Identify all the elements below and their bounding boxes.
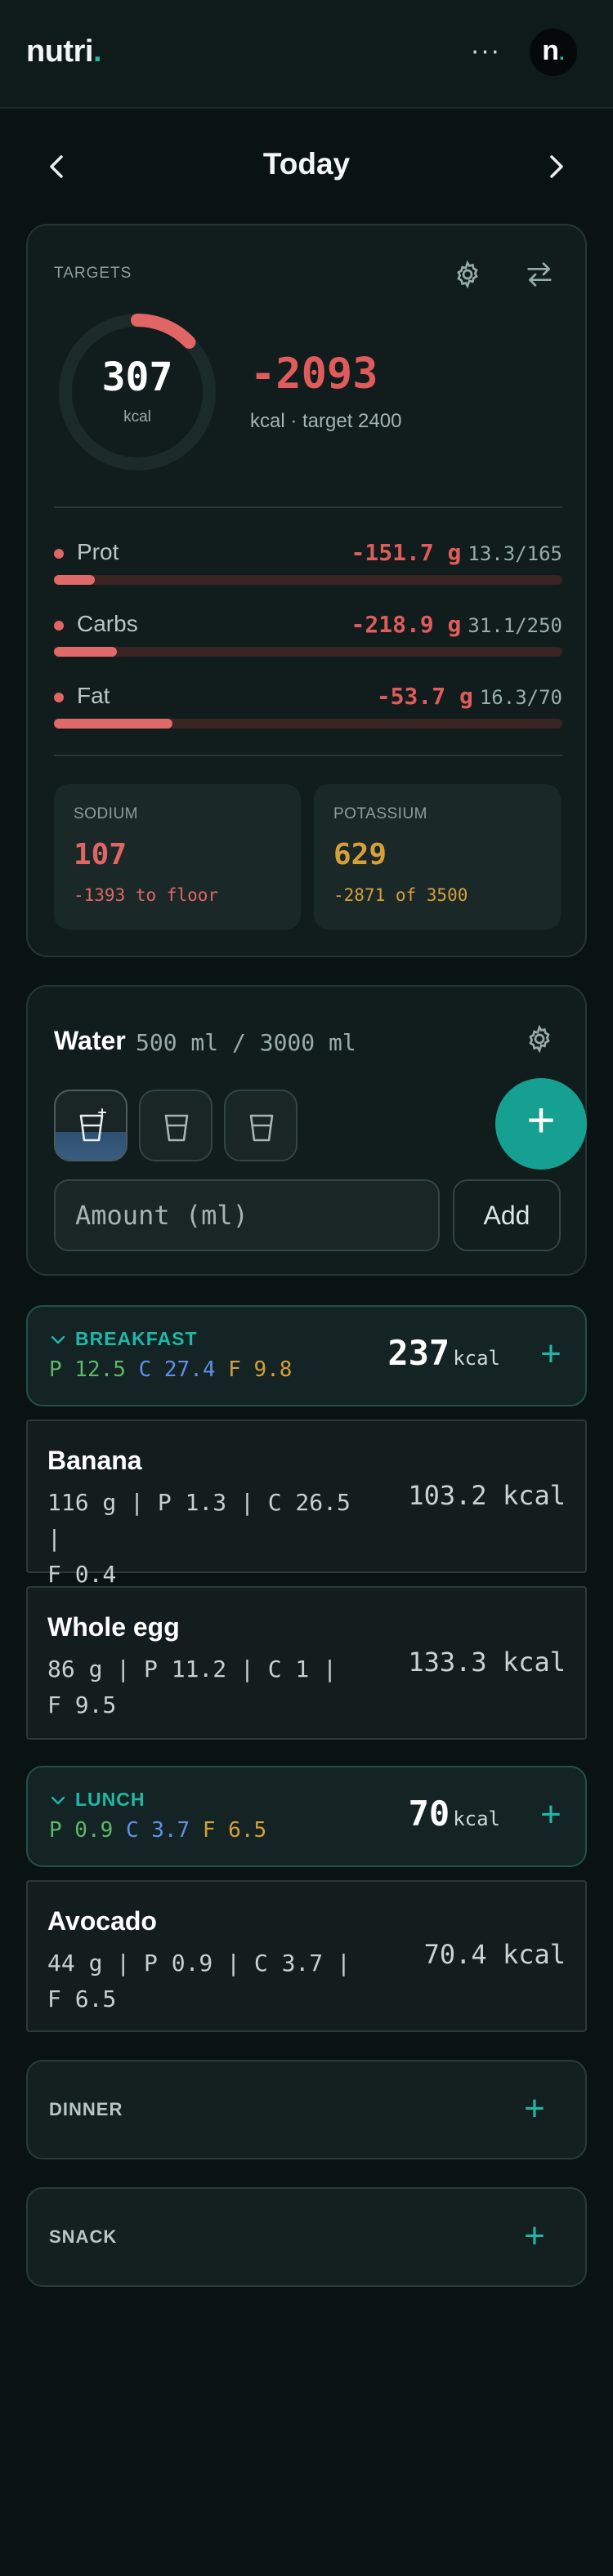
- meal-name: DINNER: [49, 2099, 123, 2119]
- chevron-down-icon: [51, 1796, 65, 1805]
- calories-unit: kcal: [123, 408, 151, 426]
- targets-card: TARGETS 307 kcal -2093 kcal · target 240…: [26, 224, 587, 957]
- food-details: 44 g | P 0.9 | C 3.7 | F 6.5: [47, 1950, 351, 2012]
- potassium-tile: POTASSIUM 629 -2871 of 3500: [314, 784, 561, 929]
- sodium-value: 107: [74, 838, 128, 871]
- more-options-icon[interactable]: ···: [468, 37, 503, 70]
- macro-name: Fat: [77, 683, 110, 708]
- meal-breakfast-header[interactable]: BREAKFAST P 12.5 C 27.4 F 9.8 237 kcal +: [26, 1305, 587, 1406]
- food-name: Avocado: [47, 1906, 157, 1936]
- macro-delta: -53.7 g: [376, 683, 473, 710]
- potassium-sub: -2871 of 3500: [333, 885, 468, 905]
- macro-name: Prot: [77, 539, 119, 564]
- macro-fat: Fat -53.7 g 16.3/70: [54, 683, 562, 732]
- macro-fill: [54, 575, 96, 585]
- add-food-button[interactable]: +: [535, 1797, 567, 1833]
- divider: [54, 506, 562, 508]
- bullet: [54, 549, 64, 559]
- app-header: nutri. ··· n.: [0, 0, 613, 109]
- water-glass[interactable]: [54, 1090, 128, 1161]
- sodium-label: SODIUM: [74, 805, 138, 822]
- date-title: Today: [262, 147, 351, 180]
- meal-name: SNACK: [49, 2226, 118, 2247]
- meal-macros: P 12.5 C 27.4 F 9.8: [49, 1357, 293, 1382]
- macro-ratio: 31.1/250: [468, 614, 562, 637]
- water-glass[interactable]: [224, 1090, 298, 1161]
- food-kcal: 103.2 kcal: [408, 1480, 566, 1511]
- gear-icon[interactable]: [451, 258, 484, 291]
- food-details: 86 g | P 11.2 | C 1 | F 9.5: [47, 1656, 338, 1718]
- macro-fill: [54, 719, 172, 729]
- macro-track: [54, 719, 562, 729]
- meal-snack-header[interactable]: SNACK +: [26, 2187, 587, 2287]
- meal-kcal: 237 kcal: [387, 1333, 500, 1373]
- water-amount-input[interactable]: [54, 1179, 440, 1251]
- food-kcal: 70.4 kcal: [423, 1939, 566, 1970]
- meal-lunch-header[interactable]: LUNCH P 0.9 C 3.7 F 6.5 70 kcal +: [26, 1766, 587, 1867]
- add-food-button[interactable]: +: [518, 2218, 551, 2254]
- macro-name: Carbs: [77, 611, 138, 636]
- avatar[interactable]: n.: [530, 29, 577, 76]
- macro-ratio: 13.3/165: [468, 542, 562, 565]
- bullet: [54, 621, 64, 631]
- glass-icon: [249, 1114, 274, 1142]
- divider: [54, 755, 562, 756]
- food-name: Banana: [47, 1446, 142, 1475]
- macro-fill: [54, 647, 118, 657]
- meal-macros: P 0.9 C 3.7 F 6.5: [49, 1818, 267, 1843]
- calories-target: kcal · target 2400: [250, 410, 402, 432]
- add-food-button[interactable]: +: [535, 1336, 567, 1372]
- food-item[interactable]: Banana 116 g | P 1.3 | C 26.5 | F 0.4 103…: [26, 1419, 587, 1588]
- add-button[interactable]: Add: [453, 1179, 561, 1251]
- macro-ratio: 16.3/70: [479, 686, 562, 709]
- swap-icon[interactable]: [523, 258, 556, 291]
- app-logo[interactable]: nutri.: [26, 34, 102, 69]
- meal-name: BREAKFAST: [75, 1328, 198, 1349]
- macro-protein: Prot -151.7 g 13.3/165: [54, 539, 562, 588]
- add-water-button[interactable]: +: [495, 1078, 587, 1170]
- water-card: Water 500 ml / 3000 ml + Add: [26, 985, 587, 1276]
- macro-delta: -218.9 g: [351, 611, 462, 638]
- food-item[interactable]: Avocado 44 g | P 0.9 | C 3.7 | F 6.5 70.4…: [26, 1880, 587, 2032]
- water-amount: 500 ml / 3000 ml: [136, 1029, 356, 1056]
- macro-carbs: Carbs -218.9 g 31.1/250: [54, 611, 562, 660]
- targets-label: TARGETS: [54, 265, 132, 282]
- meal-dinner-header[interactable]: DINNER +: [26, 2060, 587, 2159]
- food-kcal: 133.3 kcal: [408, 1647, 566, 1678]
- chevron-right-icon[interactable]: [539, 150, 572, 183]
- water-title: Water: [54, 1026, 126, 1055]
- water-glass[interactable]: [139, 1090, 213, 1161]
- macro-track: [54, 575, 562, 585]
- potassium-value: 629: [333, 838, 387, 871]
- macro-track: [54, 647, 562, 657]
- chevron-down-icon: [51, 1335, 65, 1344]
- bullet: [54, 693, 64, 702]
- gear-icon[interactable]: [523, 1023, 556, 1055]
- meal-name: LUNCH: [75, 1789, 145, 1810]
- food-item[interactable]: Whole egg 86 g | P 11.2 | C 1 | F 9.5 133…: [26, 1586, 587, 1740]
- food-name: Whole egg: [47, 1612, 180, 1642]
- calories-consumed: 307: [101, 354, 173, 400]
- macro-delta: -151.7 g: [351, 539, 462, 566]
- meal-kcal: 70 kcal: [408, 1794, 500, 1834]
- glass-icon: [164, 1114, 189, 1142]
- glass-icon: [79, 1108, 106, 1142]
- sodium-sub: -1393 to floor: [74, 885, 219, 905]
- food-details: 116 g | P 1.3 | C 26.5 | F 0.4: [47, 1489, 351, 1588]
- add-food-button[interactable]: +: [518, 2091, 551, 2127]
- calories-remaining: -2093: [250, 350, 378, 399]
- sodium-tile: SODIUM 107 -1393 to floor: [54, 784, 301, 929]
- potassium-label: POTASSIUM: [333, 805, 427, 822]
